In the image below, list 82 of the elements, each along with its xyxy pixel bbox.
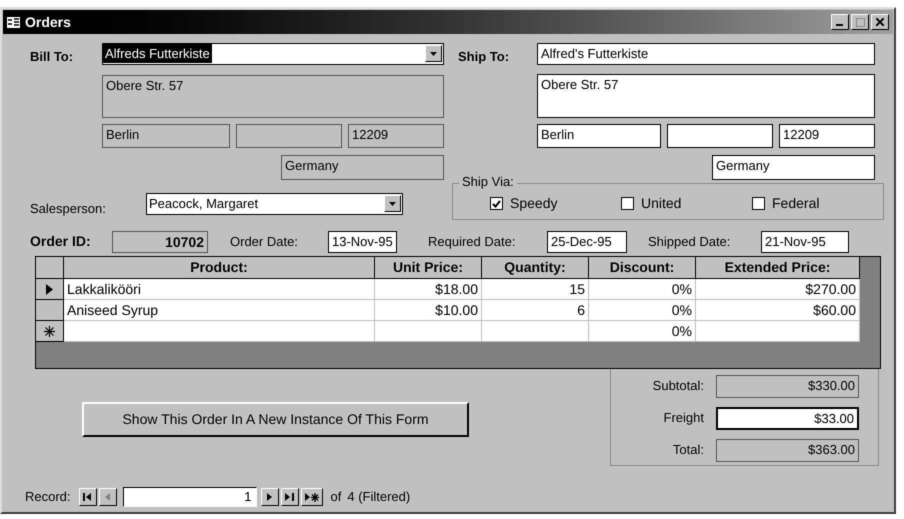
- record-label: Record:: [25, 488, 71, 506]
- total-field[interactable]: $363.00: [716, 438, 859, 462]
- record-of-label: of: [330, 488, 342, 506]
- column-header[interactable]: Discount:: [589, 257, 696, 279]
- new-row-icon: [44, 326, 55, 336]
- table-cell: $10.00: [375, 300, 482, 321]
- minimize-button[interactable]: [831, 14, 849, 30]
- row-selector[interactable]: [36, 300, 64, 321]
- table-cell: Aniseed Syrup: [64, 300, 375, 321]
- salesperson-combo[interactable]: Peacock, Margaret: [146, 193, 403, 215]
- column-header[interactable]: Product:: [64, 257, 375, 279]
- bill-to-combo[interactable]: Alfreds Futterkiste: [102, 43, 444, 65]
- dropdown-button[interactable]: [425, 45, 442, 62]
- checkbox-label: Speedy: [510, 194, 558, 213]
- dropdown-button[interactable]: [384, 195, 401, 212]
- table-cell: $270.00: [696, 279, 860, 300]
- date-field[interactable]: 25-Dec-95: [547, 230, 627, 252]
- city-field[interactable]: Berlin: [102, 124, 230, 148]
- first-record-icon: [83, 493, 92, 501]
- ship-to-label: Ship To:: [458, 49, 510, 64]
- total-label: Total:: [672, 442, 704, 457]
- order-id-label: Order ID:: [30, 232, 91, 248]
- country-field[interactable]: Germany: [281, 155, 444, 180]
- checkbox[interactable]: [621, 197, 634, 210]
- checkbox-label: United: [641, 194, 682, 213]
- new-record-icon: [304, 492, 319, 502]
- table-cell: 6: [482, 300, 589, 321]
- checkbox[interactable]: [490, 197, 503, 210]
- caret-icon: [430, 52, 437, 56]
- column-header[interactable]: Extended Price:: [696, 257, 860, 279]
- row-selector[interactable]: [36, 279, 64, 300]
- table-cell: 0%: [589, 321, 696, 342]
- show-order-button[interactable]: Show This Order In A New Instance Of This Form: [82, 402, 469, 437]
- record-nav-button[interactable]: [78, 488, 97, 506]
- total-field[interactable]: $33.00: [716, 406, 859, 430]
- ship-name-field[interactable]: Alfred's Futterkiste: [537, 43, 875, 65]
- total-label: Subtotal:: [652, 378, 704, 393]
- salesperson-label: Salesperson:: [30, 201, 106, 216]
- form-icon: [7, 16, 20, 28]
- close-icon: [876, 18, 884, 26]
- order-id-field[interactable]: 10702: [112, 230, 208, 252]
- close-button[interactable]: [871, 14, 889, 30]
- city-field[interactable]: Berlin: [537, 124, 661, 148]
- ship-via-label: Ship Via:: [459, 174, 517, 190]
- checkbox[interactable]: [752, 197, 765, 210]
- record-count: 4 (Filtered): [347, 488, 410, 506]
- column-header[interactable]: Unit Price:: [375, 257, 482, 279]
- bill-to-label: Bill To:: [30, 49, 74, 64]
- column-header[interactable]: Quantity:: [482, 257, 589, 279]
- next-record-icon: [267, 493, 272, 501]
- record-nav-button[interactable]: [300, 488, 323, 506]
- date-label: Order Date:: [230, 234, 298, 248]
- check-icon: [492, 200, 501, 208]
- record-nav-button[interactable]: [280, 488, 299, 506]
- table-cell: Lakkalikööri: [64, 279, 375, 300]
- record-nav-button[interactable]: [260, 488, 279, 506]
- record-number-field[interactable]: 1: [122, 487, 257, 507]
- table-cell: 0%: [589, 279, 696, 300]
- address-field[interactable]: Obere Str. 57: [537, 74, 875, 118]
- total-field[interactable]: $330.00: [716, 374, 859, 398]
- table-cell: 15: [482, 279, 589, 300]
- region-field[interactable]: [667, 124, 773, 148]
- region-field[interactable]: [236, 124, 342, 148]
- postal-code-field[interactable]: 12209: [348, 124, 444, 148]
- date-label: Shipped Date:: [648, 234, 730, 248]
- previous-record-icon: [105, 493, 110, 501]
- total-label: Freight: [664, 410, 704, 425]
- checkbox-label: Federal: [772, 194, 820, 213]
- country-field[interactable]: Germany: [712, 155, 875, 180]
- date-field[interactable]: 21-Nov-95: [761, 230, 849, 252]
- table-cell: $18.00: [375, 279, 482, 300]
- table-cell: 0%: [589, 300, 696, 321]
- address-field[interactable]: Obere Str. 57: [102, 75, 444, 118]
- date-field[interactable]: 13-Nov-95: [328, 230, 397, 252]
- window-title: Orders: [25, 12, 71, 32]
- table-cell: $60.00: [696, 300, 860, 321]
- postal-code-field[interactable]: 12209: [779, 124, 875, 148]
- last-record-icon: [285, 493, 294, 501]
- caret-icon: [389, 202, 396, 206]
- date-label: Required Date:: [428, 234, 516, 248]
- maximize-icon: [856, 18, 864, 26]
- maximize-button[interactable]: [851, 14, 869, 30]
